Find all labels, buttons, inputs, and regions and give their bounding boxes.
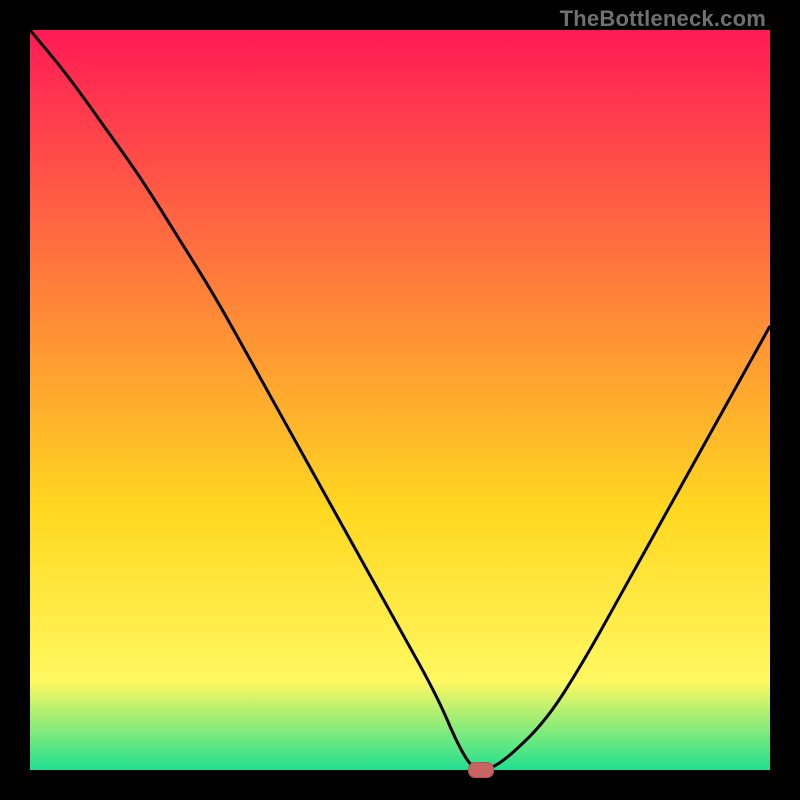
watermark-text: TheBottleneck.com	[560, 6, 766, 32]
plot-area	[30, 30, 770, 770]
optimal-point-marker	[468, 762, 494, 778]
chart-svg	[30, 30, 770, 770]
gradient-background	[30, 30, 770, 770]
chart-frame: TheBottleneck.com	[0, 0, 800, 800]
